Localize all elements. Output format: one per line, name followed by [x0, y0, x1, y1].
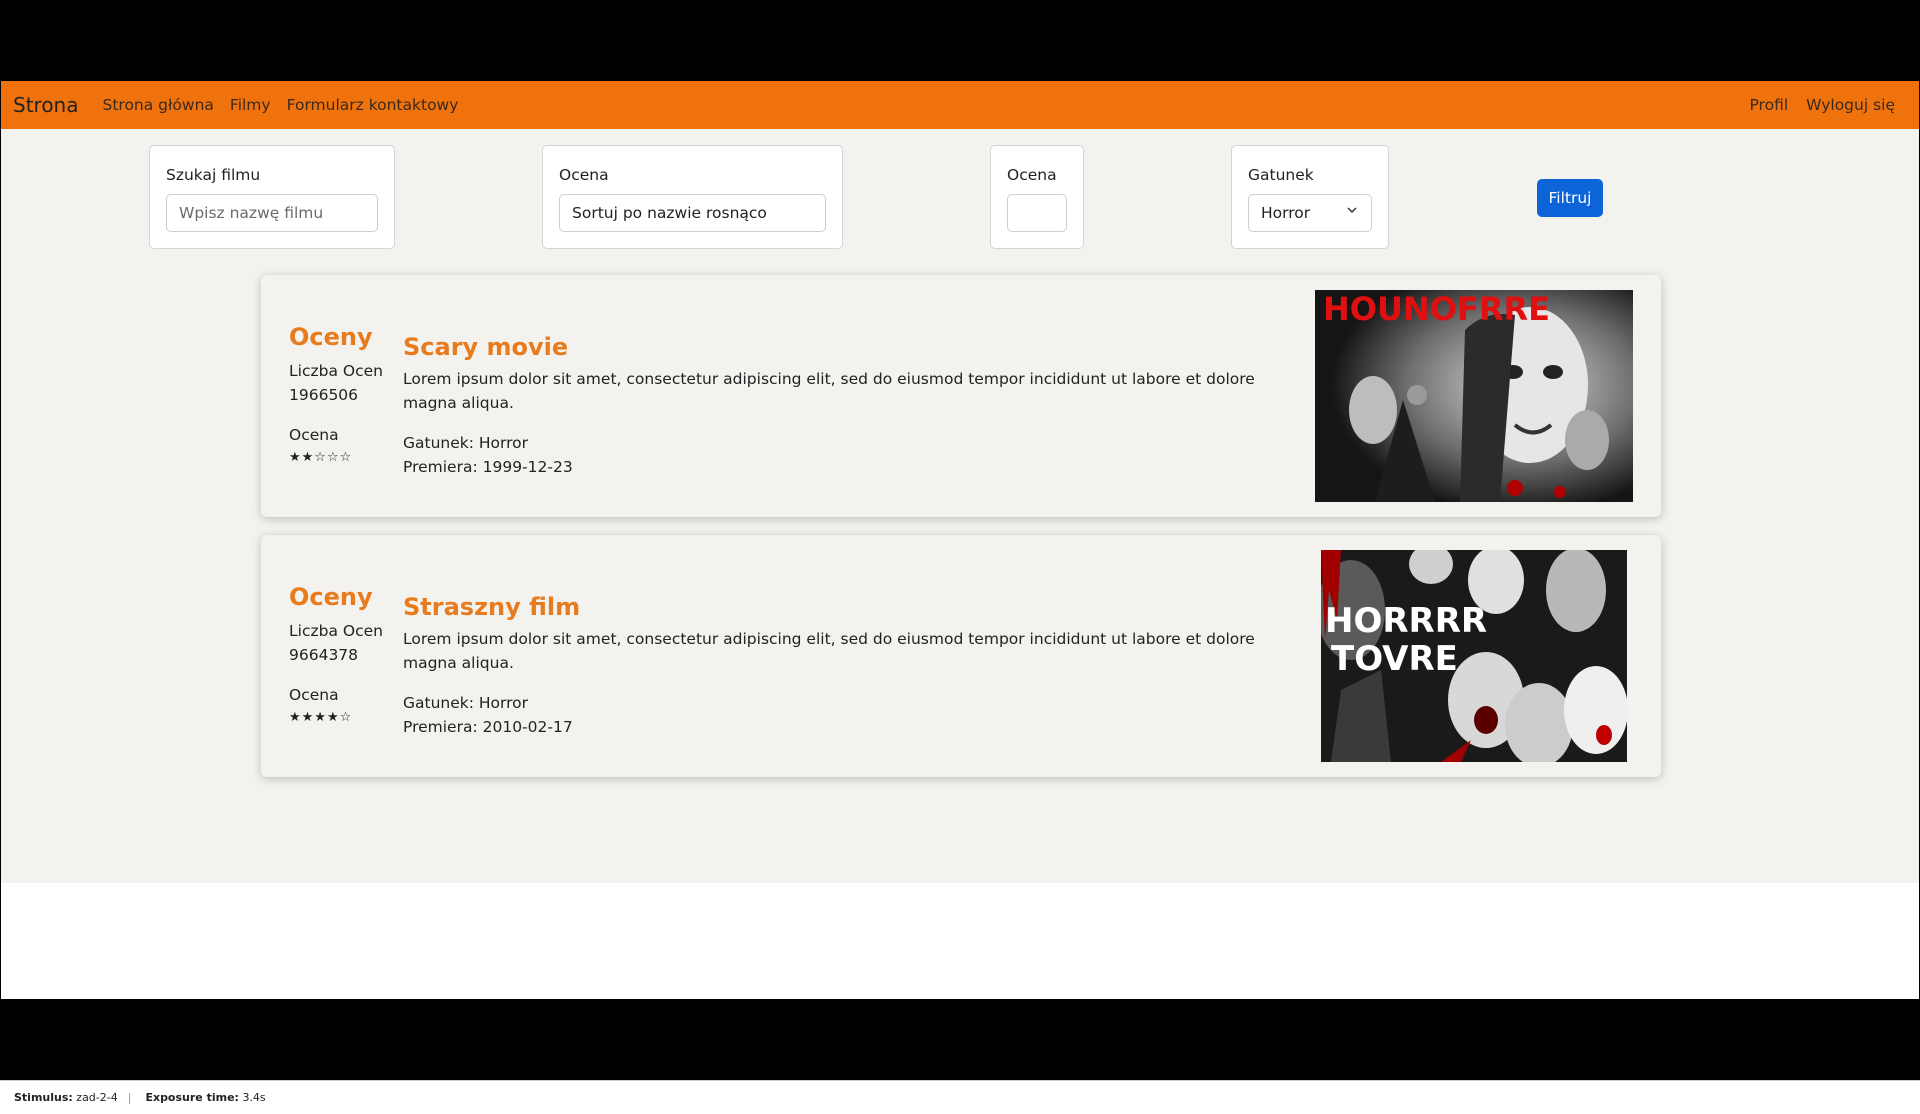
sort-label: Ocena — [559, 166, 609, 184]
rating-stars: ★★☆☆☆ — [289, 450, 353, 465]
movie-poster[interactable]: HOUNOFRRE — [1315, 290, 1633, 502]
movie-card: Oceny Liczba Ocen 9664378 Ocena ★★★★☆ St… — [261, 535, 1661, 777]
rating-filter-card: Ocena — [990, 145, 1084, 249]
ratings-count-label: Liczba Ocen — [289, 622, 383, 640]
statusbar: Stimulus: zad-2-4 | Exposure time: 3.4s — [0, 1080, 1920, 1114]
rating-label: Ocena — [1007, 166, 1057, 184]
genre-label: Gatunek — [1248, 166, 1314, 184]
ratings-title: Oceny — [289, 323, 373, 351]
exposure-info: Exposure time: 3.4s — [145, 1091, 266, 1104]
movie-premiere: Premiera: 1999-12-23 — [403, 458, 573, 476]
movie-title[interactable]: Straszny film — [403, 593, 1303, 621]
nav-link-movies[interactable]: Filmy — [230, 96, 271, 114]
movie-description: Lorem ipsum dolor sit amet, consectetur … — [403, 370, 1255, 412]
movie-genre: Gatunek: Horror — [403, 694, 529, 712]
sort-filter-card: Ocena Sortuj po nazwie rosnąco — [542, 145, 843, 249]
top-black-bar — [0, 0, 1920, 81]
ratings-panel: Oceny Liczba Ocen 1966506 Ocena ★★☆☆☆ — [289, 323, 399, 469]
chevron-down-icon — [1347, 207, 1357, 214]
browser-page: Strona Strona główna Filmy Formularz kon… — [1, 81, 1919, 999]
stimulus-info: Stimulus: zad-2-4 — [14, 1091, 118, 1104]
ratings-count: 9664378 — [289, 646, 359, 664]
movie-description: Lorem ipsum dolor sit amet, consectetur … — [403, 630, 1255, 672]
nav-link-profile[interactable]: Profil — [1749, 96, 1788, 114]
genre-select[interactable]: Horror — [1248, 194, 1372, 232]
nav-link-home[interactable]: Strona główna — [103, 96, 214, 114]
poster-title-text: HOUNOFRRE — [1323, 290, 1550, 328]
brand-logo[interactable]: Strona — [13, 93, 79, 117]
search-input[interactable]: Wpisz nazwę filmu — [166, 194, 378, 232]
movie-genre: Gatunek: Horror — [403, 434, 529, 452]
search-filter-card: Szukaj filmu Wpisz nazwę filmu — [149, 145, 395, 249]
movie-info: Straszny film Lorem ipsum dolor sit amet… — [403, 593, 1303, 739]
movie-list: Oceny Liczba Ocen 1966506 Ocena ★★☆☆☆ Sc… — [1, 259, 1919, 883]
nav-right: Profil Wyloguj się — [1749, 96, 1913, 114]
ratings-panel: Oceny Liczba Ocen 9664378 Ocena ★★★★☆ — [289, 583, 399, 729]
movie-info: Scary movie Lorem ipsum dolor sit amet, … — [403, 333, 1303, 479]
movie-premiere: Premiera: 2010-02-17 — [403, 718, 573, 736]
navbar: Strona Strona główna Filmy Formularz kon… — [1, 81, 1919, 129]
rating-stars: ★★★★☆ — [289, 710, 353, 725]
genre-filter-card: Gatunek Horror — [1231, 145, 1389, 249]
filter-bar: Szukaj filmu Wpisz nazwę filmu Ocena Sor… — [1, 129, 1919, 259]
search-label: Szukaj filmu — [166, 166, 261, 184]
movie-card: Oceny Liczba Ocen 1966506 Ocena ★★☆☆☆ Sc… — [261, 275, 1661, 517]
ratings-count: 1966506 — [289, 386, 359, 404]
ratings-count-label: Liczba Ocen — [289, 362, 383, 380]
nav-link-logout[interactable]: Wyloguj się — [1806, 96, 1895, 114]
filter-button[interactable]: Filtruj — [1537, 179, 1603, 217]
movie-title[interactable]: Scary movie — [403, 333, 1303, 361]
poster-title-line-2: TOVRE — [1331, 639, 1458, 679]
rating-label: Ocena — [289, 426, 339, 444]
genre-select-value: Horror — [1261, 204, 1311, 222]
bottom-black-bar — [0, 999, 1920, 1080]
sort-input[interactable]: Sortuj po nazwie rosnąco — [559, 194, 826, 232]
ratings-title: Oceny — [289, 583, 373, 611]
movie-poster[interactable]: HORRRR TOVRE — [1321, 550, 1627, 762]
rating-input[interactable] — [1007, 194, 1067, 232]
rating-label: Ocena — [289, 686, 339, 704]
nav-link-contact-form[interactable]: Formularz kontaktowy — [287, 96, 459, 114]
poster-title-line-1: HORRRR — [1325, 601, 1487, 641]
